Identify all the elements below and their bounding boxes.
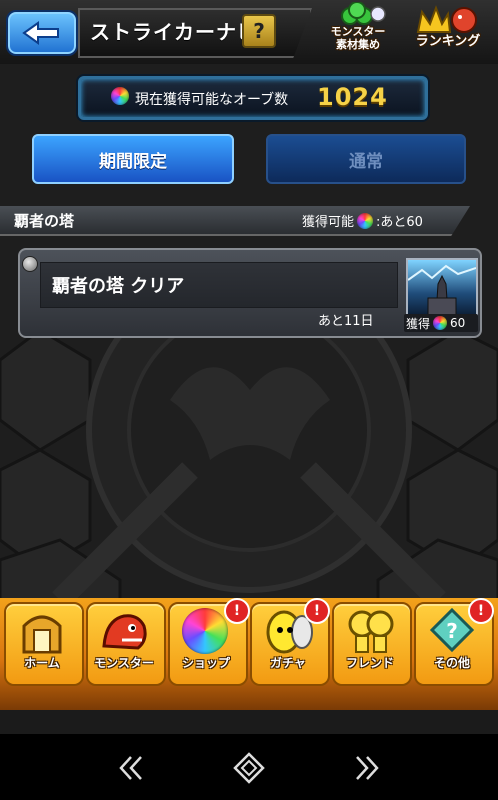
nav-monster-label: モンスター <box>94 656 154 670</box>
quest-reward: 獲得 60 <box>404 314 478 332</box>
nav-monster[interactable]: モンスター <box>84 600 166 686</box>
system-back-button[interactable] <box>112 748 152 788</box>
tab-limited[interactable]: 期間限定 <box>32 134 234 184</box>
other-alert-badge: ! <box>468 598 494 624</box>
nav-shop[interactable]: ショップ ! <box>166 598 250 686</box>
nav-home-label: ホーム <box>24 656 60 670</box>
nav-gacha[interactable]: ガチャ ! <box>248 598 330 686</box>
quest-remaining: あと11日 <box>318 314 374 329</box>
gacha-alert-badge: ! <box>304 598 330 624</box>
orb-icon <box>433 316 448 330</box>
tab-normal[interactable]: 通常 <box>266 134 466 184</box>
quest-name: 覇者の塔 クリア <box>52 276 185 297</box>
quest-card[interactable]: 覇者の塔 クリア あと11日 獲得 60 <box>18 248 482 338</box>
system-forward-button[interactable] <box>346 748 386 788</box>
section-title: 覇者の塔 <box>14 212 75 230</box>
friend-icon <box>348 610 394 653</box>
nav-shop-label: ショップ <box>181 656 230 670</box>
ranking-button[interactable]: ランキング <box>408 2 488 60</box>
section-status-prefix: 獲得可能 <box>302 215 355 230</box>
svg-text:?: ? <box>446 619 458 643</box>
orb-counter-value: 1024 <box>317 83 388 111</box>
ranking-label: ランキング <box>415 34 481 49</box>
collect-label-1: モンスター <box>330 25 386 38</box>
nav-gacha-label: ガチャ <box>270 656 306 670</box>
back-button[interactable] <box>6 10 78 56</box>
orb-icon <box>111 87 129 105</box>
home-diamond-icon <box>233 752 265 784</box>
reward-value: 60 <box>450 316 466 330</box>
page-title: ストライカーナビ <box>90 20 258 44</box>
forward-icon <box>356 756 379 780</box>
nav-other[interactable]: ? その他 ! <box>412 598 494 686</box>
reward-label: 獲得 <box>406 316 431 331</box>
material-collection-button[interactable]: モンスター 素材集め <box>318 2 398 60</box>
shop-orb-icon <box>182 608 228 654</box>
orb-counter-label: 現在獲得可能なオーブ数 <box>135 92 289 108</box>
pin-icon <box>22 256 38 272</box>
section-status-suffix: :あと60 <box>376 215 423 230</box>
shop-alert-badge: ! <box>224 598 250 624</box>
orb-counter-panel: 現在獲得可能なオーブ数 1024 <box>78 76 428 120</box>
nav-friend[interactable]: フレンド <box>330 600 412 686</box>
tower-thumbnail-icon <box>406 258 478 318</box>
nav-friend-label: フレンド <box>345 656 394 670</box>
orb-icon <box>357 212 374 229</box>
monster-icon <box>102 614 147 650</box>
collect-label-2: 素材集め <box>336 38 380 51</box>
arrow-left-icon <box>22 21 59 45</box>
back-icon <box>119 756 142 780</box>
home-icon <box>22 615 62 654</box>
nav-other-label: その他 <box>433 656 470 670</box>
system-home-button[interactable] <box>229 748 269 788</box>
section-status: 獲得可能 :あと60 <box>302 211 423 230</box>
help-button[interactable]: ? <box>242 14 276 48</box>
nav-home[interactable]: ホーム <box>2 600 84 686</box>
